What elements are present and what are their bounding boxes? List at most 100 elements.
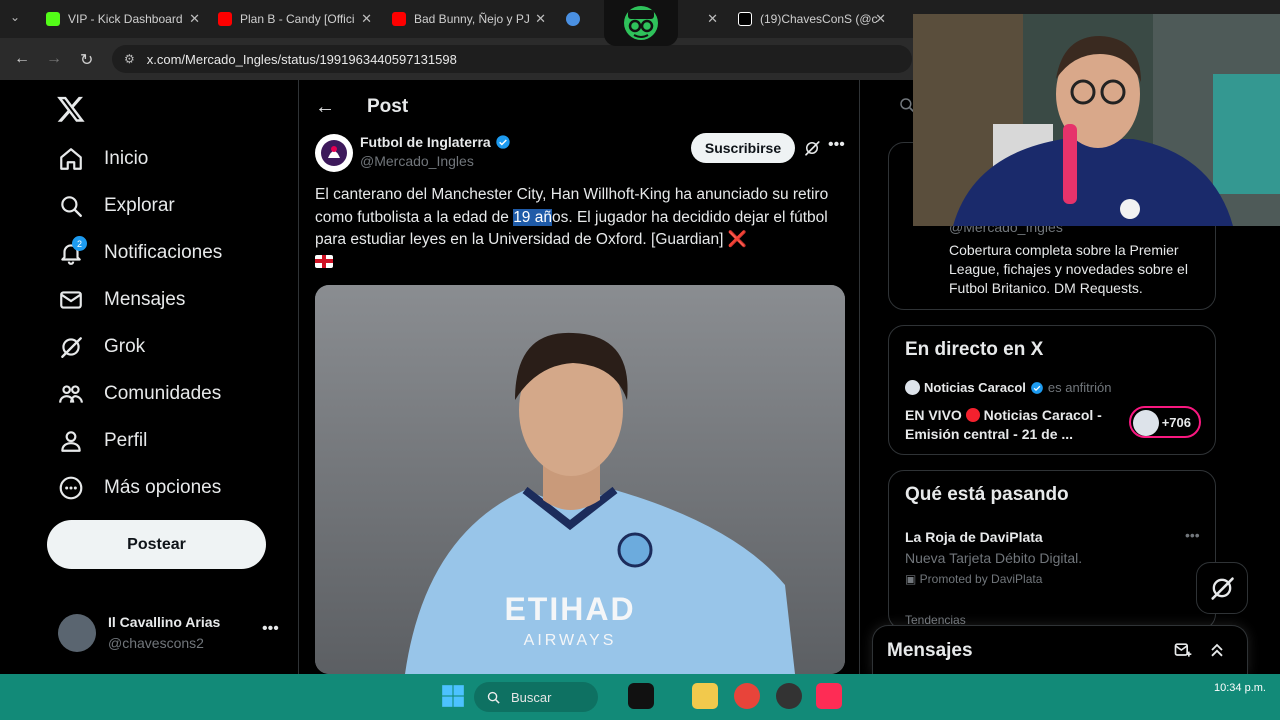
caracol-avatar-icon xyxy=(905,380,920,395)
kick-icon xyxy=(46,12,60,26)
x-logo-icon[interactable] xyxy=(56,94,86,124)
author-handle[interactable]: @Mercado_Ingles xyxy=(360,153,474,169)
site-settings-icon[interactable]: ⚙ xyxy=(124,52,135,66)
promoted-icon: ▣ xyxy=(905,572,920,586)
tab-favicon-icon xyxy=(566,12,580,26)
sidebar-item-mas-opciones[interactable]: Más opciones xyxy=(58,475,221,501)
live-card-title: En directo en X xyxy=(905,339,1044,360)
messages-drawer-title: Mensajes xyxy=(887,640,973,661)
trend-item-subtitle: Nueva Tarjeta Débito Digital. xyxy=(905,550,1083,566)
left-sidebar: Inicio Explorar 2 Notificaciones Mensaje… xyxy=(0,80,298,674)
close-icon[interactable]: ✕ xyxy=(361,11,372,27)
live-prefix: EN VIVO xyxy=(905,407,962,423)
search-icon xyxy=(487,691,500,704)
sidebar-item-grok[interactable]: Grok xyxy=(58,334,145,360)
tab-label: (19)ChavesConS (@c xyxy=(760,12,878,26)
windows-start-icon[interactable] xyxy=(440,683,466,709)
new-message-icon[interactable] xyxy=(1173,640,1193,660)
england-flag-icon xyxy=(315,254,333,268)
host-suffix: es anfitrión xyxy=(1047,380,1112,395)
clock-time: 10:34 p.m. xyxy=(1214,682,1266,694)
tab-label: Bad Bunny, Ñejo y PJ xyxy=(414,12,530,26)
obs-icon[interactable] xyxy=(776,683,802,709)
browser-tab-m[interactable]: M xyxy=(556,6,596,32)
more-horizontal-icon[interactable]: ••• xyxy=(1185,527,1200,543)
back-icon[interactable]: ← xyxy=(14,50,30,68)
page-title: Post xyxy=(367,96,409,117)
tiktok-icon xyxy=(738,12,752,26)
verified-badge-icon xyxy=(1031,381,1043,394)
home-icon xyxy=(60,148,82,170)
file-explorer-icon[interactable] xyxy=(692,683,718,709)
sidebar-item-perfil[interactable]: Perfil xyxy=(58,428,147,454)
more-circle-icon xyxy=(59,476,83,500)
chevron-double-up-icon[interactable] xyxy=(1207,640,1227,660)
sidebar-item-label: Mensajes xyxy=(104,289,186,310)
tweet-image[interactable]: ETIHAD AIRWAYS xyxy=(315,285,845,674)
live-stream-title[interactable]: EN VIVO Noticias Caracol - Emisión centr… xyxy=(905,406,1125,444)
messages-drawer[interactable]: Mensajes xyxy=(872,625,1248,674)
back-arrow-icon[interactable]: ← xyxy=(315,96,335,119)
account-name: Il Cavallino Arias xyxy=(108,614,221,630)
communities-icon xyxy=(59,385,83,403)
sidebar-item-label: Notificaciones xyxy=(104,242,223,263)
close-icon[interactable]: ✕ xyxy=(189,11,200,27)
grok-explain-icon[interactable] xyxy=(803,139,821,157)
tiktok-icon[interactable] xyxy=(816,683,842,709)
more-horizontal-icon[interactable]: ••• xyxy=(262,620,279,638)
tab-list-chevron-icon[interactable]: ⌄ xyxy=(10,10,20,24)
browser-tab-close-m[interactable]: ✕ xyxy=(694,6,724,32)
trends-card: Qué está pasando La Roja de DaviPlata Nu… xyxy=(888,470,1216,630)
mail-icon xyxy=(60,291,82,309)
verified-badge-icon xyxy=(496,135,510,149)
reload-icon[interactable]: ↻ xyxy=(80,50,93,70)
svg-text:AIRWAYS: AIRWAYS xyxy=(524,632,617,649)
taskbar-search-label: Buscar xyxy=(511,689,552,705)
post-button[interactable]: Postear xyxy=(47,520,266,569)
sidebar-item-label: Más opciones xyxy=(104,477,222,498)
close-icon[interactable]: ✕ xyxy=(707,11,718,27)
live-card: En directo en X Noticias Caracol es anfi… xyxy=(888,325,1216,455)
subscribe-button[interactable]: Suscribirse xyxy=(691,133,795,163)
search-icon xyxy=(61,196,82,217)
webcam-overlay xyxy=(913,14,1280,226)
host-name: Noticias Caracol xyxy=(924,380,1026,395)
sidebar-item-label: Perfil xyxy=(104,430,148,451)
more-horizontal-icon[interactable]: ••• xyxy=(828,136,845,154)
sidebar-item-label: Comunidades xyxy=(104,383,222,404)
sidebar-item-mensajes[interactable]: Mensajes xyxy=(58,287,185,313)
streamer-logo xyxy=(604,0,678,46)
live-host[interactable]: Noticias Caracol es anfitrión xyxy=(905,380,1111,395)
sidebar-item-inicio[interactable]: Inicio xyxy=(58,146,148,172)
browser-tab-bad-bunny[interactable]: Bad Bunny, Ñejo y PJ ✕ xyxy=(382,6,552,32)
avatar xyxy=(58,614,96,652)
trend-item-title[interactable]: La Roja de DaviPlata xyxy=(905,529,1043,545)
forward-icon[interactable]: → xyxy=(46,50,62,68)
sidebar-item-notificaciones[interactable]: 2 Notificaciones xyxy=(58,236,223,266)
sidebar-item-label: Grok xyxy=(104,336,146,357)
author-name-text: Futbol de Inglaterra xyxy=(360,134,491,150)
taskbar-search[interactable]: Buscar xyxy=(474,682,598,712)
chrome-icon[interactable] xyxy=(734,683,760,709)
author-avatar[interactable] xyxy=(315,134,353,172)
live-listener-count[interactable]: +706 xyxy=(1129,406,1201,438)
url-text: x.com/Mercado_Ingles/status/199196344059… xyxy=(146,51,457,67)
grok-floating-button[interactable] xyxy=(1196,562,1248,614)
streamer-app-icon[interactable] xyxy=(628,683,654,709)
account-switcher[interactable]: Il Cavallino Arias @chavescons2 ••• xyxy=(58,610,288,658)
browser-tab-kick[interactable]: VIP - Kick Dashboard ✕ xyxy=(36,6,206,32)
live-dot-icon xyxy=(965,408,980,422)
svg-text:ETIHAD: ETIHAD xyxy=(504,591,635,627)
sidebar-item-explorar[interactable]: Explorar xyxy=(58,193,175,219)
trends-card-title: Qué está pasando xyxy=(905,484,1069,505)
selected-text: 19 añ xyxy=(513,208,552,226)
browser-tab-chavescons[interactable]: (19)ChavesConS (@c ✕ xyxy=(728,6,892,32)
sidebar-item-comunidades[interactable]: Comunidades xyxy=(58,381,221,407)
close-icon[interactable]: ✕ xyxy=(875,11,886,27)
close-icon[interactable]: ✕ xyxy=(535,11,546,27)
grok-icon xyxy=(1211,577,1234,600)
author-name[interactable]: Futbol de Inglaterra xyxy=(360,134,511,150)
browser-tab-plan-b[interactable]: Plan B - Candy [Offici ✕ xyxy=(208,6,378,32)
url-field[interactable]: ⚙ x.com/Mercado_Ingles/status/1991963440… xyxy=(112,45,912,73)
tab-label: VIP - Kick Dashboard xyxy=(68,12,183,26)
